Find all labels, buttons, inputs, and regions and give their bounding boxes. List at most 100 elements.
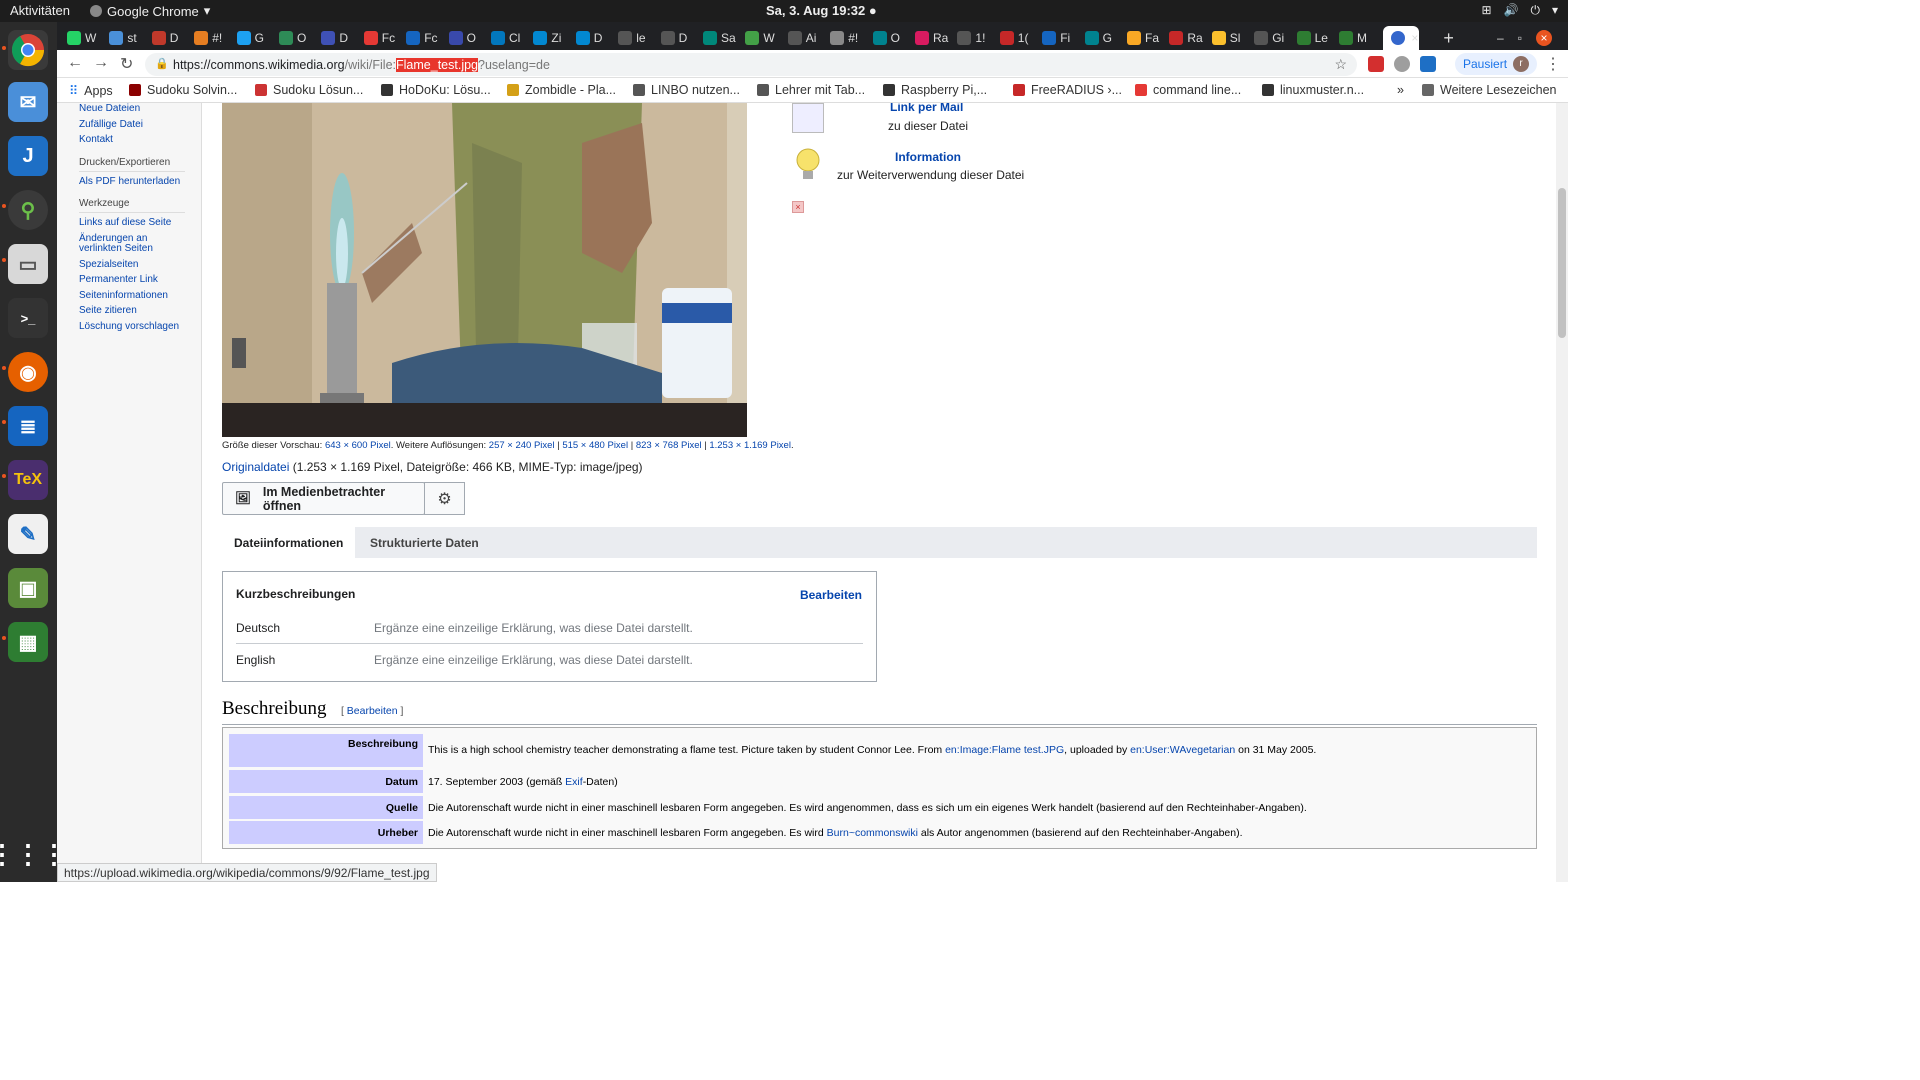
sidebar-link[interactable]: Links auf diese Seite (79, 217, 201, 229)
bookmark-item[interactable]: FreeRADIUS ›... (1013, 83, 1122, 97)
browser-tab[interactable]: Fc (363, 26, 395, 50)
writer-dock-icon[interactable]: ≣ (8, 406, 48, 446)
caption-placeholder[interactable]: Ergänze eine einzeilige Erklärung, was d… (374, 621, 693, 635)
bookmark-item[interactable]: Lehrer mit Tab... (757, 83, 865, 97)
bookmark-item[interactable]: LINBO nutzen... (633, 83, 740, 97)
browser-tab[interactable]: Zi (533, 26, 561, 50)
browser-tab[interactable]: Ai (787, 26, 816, 50)
joplin-extension-icon[interactable] (1420, 56, 1436, 72)
browser-tab[interactable]: O (279, 26, 306, 50)
browser-tab[interactable]: D (151, 26, 178, 50)
sidebar-link[interactable]: Löschung vorschlagen (79, 321, 201, 333)
bookmark-item[interactable]: linuxmuster.n... (1262, 83, 1364, 97)
browser-tab[interactable]: W (67, 26, 96, 50)
browser-tab[interactable]: Fc (406, 26, 438, 50)
sidebar-link[interactable]: Kontakt (79, 134, 201, 146)
sidebar-link[interactable]: Als PDF herunterladen (79, 176, 201, 188)
browser-tab[interactable]: #! (830, 26, 858, 50)
browser-tab[interactable]: O (448, 26, 476, 50)
browser-tab[interactable]: D (660, 26, 687, 50)
res-link-4[interactable]: 1.253 × 1.169 Pixel (709, 440, 791, 451)
browser-tab[interactable]: 1( (999, 26, 1028, 50)
extension-icon[interactable] (1394, 56, 1410, 72)
user-link[interactable]: en:User:WAvegetarian (1130, 744, 1235, 756)
browser-tab[interactable]: #! (194, 26, 222, 50)
res-link-2[interactable]: 515 × 480 Pixel (562, 440, 628, 451)
bookmark-item[interactable]: Zombidle - Pla... (507, 83, 616, 97)
browser-tab[interactable]: Fi (1042, 26, 1070, 50)
browser-tab[interactable]: Cl (491, 26, 520, 50)
activities-button[interactable]: Aktivitäten (10, 3, 70, 18)
browser-tab[interactable]: Fa (1127, 26, 1159, 50)
browser-tab[interactable]: Ra (1169, 26, 1203, 50)
apps-bookmark[interactable]: ⠿ Apps (69, 83, 113, 99)
open-media-viewer-button[interactable]: 🖼 Im Medienbetrachter öffnen (222, 482, 425, 515)
adblock-icon[interactable] (1368, 56, 1384, 72)
browser-tab[interactable]: st (109, 26, 137, 50)
more-bookmarks-button[interactable]: » (1397, 83, 1404, 97)
close-tab-icon[interactable]: × (1411, 26, 1418, 50)
info-link[interactable]: Information (895, 150, 961, 164)
res-link-3[interactable]: 823 × 768 Pixel (636, 440, 702, 451)
settings-button[interactable]: ⚙ (424, 482, 465, 515)
show-apps-icon[interactable]: ⋮⋮⋮ (0, 834, 67, 874)
file-preview-image[interactable] (222, 103, 747, 437)
bookmark-item[interactable]: Sudoku Solvin... (129, 83, 237, 97)
browser-tab[interactable]: W (745, 26, 775, 50)
back-icon[interactable]: ← (67, 54, 83, 72)
keepassxc-dock-icon[interactable]: ⚲ (8, 190, 48, 230)
captions-edit-link[interactable]: Bearbeiten (800, 588, 862, 602)
sidebar-link[interactable]: Seiteninformationen (79, 290, 201, 302)
browser-tab[interactable]: Le (1296, 26, 1328, 50)
browser-tab[interactable]: D (321, 26, 348, 50)
res-link-1[interactable]: 257 × 240 Pixel (489, 440, 555, 451)
browser-tab[interactable]: Sl (1211, 26, 1240, 50)
browser-tab[interactable]: G (236, 26, 264, 50)
chrome-dock-icon[interactable] (8, 30, 48, 70)
new-tab-icon[interactable]: + (1443, 26, 1454, 50)
app-menu[interactable]: Google Chrome ▾ (90, 3, 210, 19)
menu-icon[interactable]: ⋮ (1545, 54, 1561, 74)
sidebar-link[interactable]: Änderungen an verlinkten Seiten (79, 233, 159, 255)
terminal-dock-icon[interactable]: >_ (8, 298, 48, 338)
browser-tab[interactable]: Gi (1254, 26, 1284, 50)
scrollbar-thumb[interactable] (1558, 188, 1566, 338)
maximize-icon[interactable]: ▫ (1518, 31, 1522, 45)
browser-tab[interactable]: 1! (957, 26, 985, 50)
address-bar[interactable]: 🔒 https://commons.wikimedia.org/wiki/Fil… (145, 53, 1357, 76)
tab-dateiinformationen[interactable]: Dateiinformationen (222, 527, 356, 558)
original-file-link[interactable]: Originaldatei (222, 460, 289, 474)
calc-dock-icon[interactable]: ▦ (8, 622, 48, 662)
joplin-dock-icon[interactable]: J (8, 136, 48, 176)
exif-link[interactable]: Exif (565, 776, 583, 788)
browser-tab[interactable]: D (575, 26, 602, 50)
browser-tab[interactable]: Ra (915, 26, 948, 50)
mail-link[interactable]: Link per Mail (890, 103, 963, 114)
browser-tab[interactable]: le (618, 26, 646, 50)
minimize-icon[interactable]: – (1497, 31, 1504, 45)
image-link[interactable]: en:Image:Flame test.JPG (945, 744, 1064, 756)
sidebar-link[interactable]: Neue Dateien (79, 103, 201, 115)
author-link[interactable]: Burn~commonswiki (827, 827, 918, 839)
browser-tab[interactable]: G (1084, 26, 1112, 50)
forward-icon[interactable]: → (93, 54, 109, 72)
files-dock-icon[interactable]: ▭ (8, 244, 48, 284)
description-edit-link[interactable]: Bearbeiten (347, 705, 398, 717)
messages-dock-icon[interactable]: ✉ (8, 82, 48, 122)
reload-icon[interactable]: ↻ (120, 54, 133, 74)
texmaker-dock-icon[interactable]: TeX (8, 460, 48, 500)
bookmark-star-icon[interactable]: ☆ (1334, 56, 1347, 73)
browser-tab[interactable]: Sa (703, 26, 736, 50)
page-scrollbar[interactable] (1556, 103, 1568, 882)
text-editor-dock-icon[interactable]: ✎ (8, 514, 48, 554)
preview-size-link[interactable]: 643 × 600 Pixel (325, 440, 391, 451)
bookmark-item[interactable]: Sudoku Lösun... (255, 83, 363, 97)
bookmark-item[interactable]: HoDoKu: Lösu... (381, 83, 491, 97)
other-bookmarks[interactable]: Weitere Lesezeichen (1422, 83, 1557, 97)
minetest-dock-icon[interactable]: ▣ (8, 568, 48, 608)
sidebar-link[interactable]: Zufällige Datei (79, 119, 201, 131)
bookmark-item[interactable]: Raspberry Pi,... (883, 83, 987, 97)
sidebar-link[interactable]: Seite zitieren (79, 305, 201, 317)
tab-strukturierte-daten[interactable]: Strukturierte Daten (370, 527, 479, 558)
caption-placeholder[interactable]: Ergänze eine einzeilige Erklärung, was d… (374, 653, 693, 667)
